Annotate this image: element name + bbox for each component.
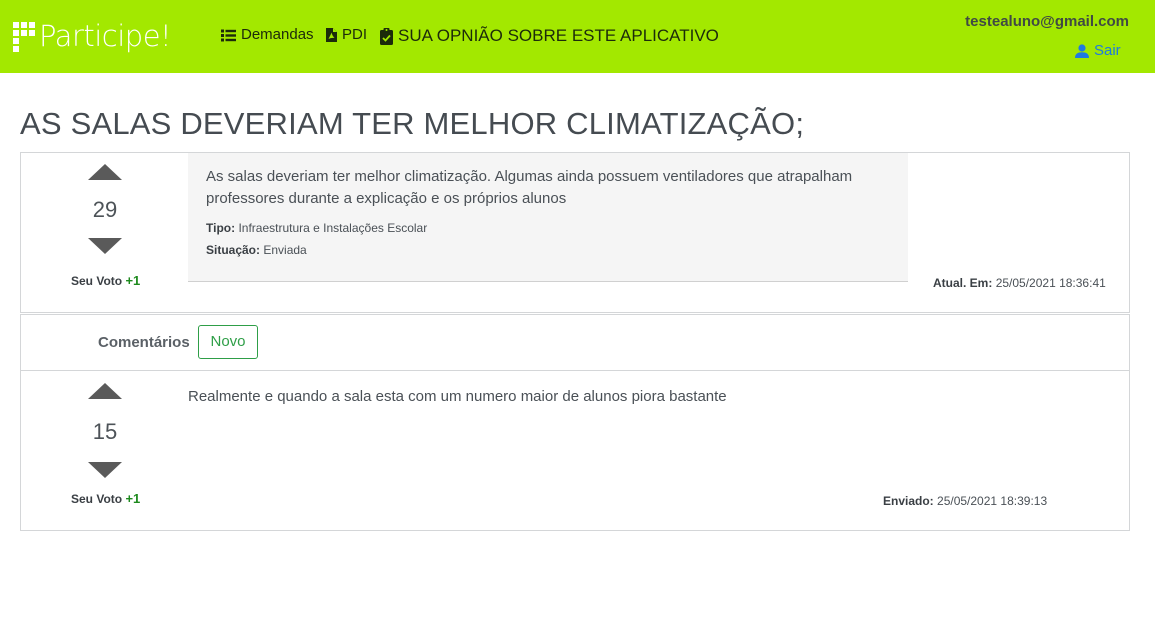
your-vote-label: Seu Voto (71, 274, 123, 288)
demand-description-box: As salas deveriam ter melhor climatizaçã… (188, 153, 908, 282)
demand-vote-widget: 29 (71, 164, 139, 254)
comment-card: 15 Seu Voto +1 Realmente e quando a sala… (20, 370, 1130, 531)
your-vote: Seu Voto +1 (71, 273, 159, 288)
upvote-arrow-icon[interactable] (88, 164, 122, 180)
nav-demandas-label: Demandas (241, 26, 314, 43)
brand-name: Participe! (39, 19, 172, 53)
file-pdf-icon (326, 28, 337, 42)
type-label: Tipo: (206, 221, 236, 235)
brand-link[interactable]: Participe! (13, 19, 172, 53)
new-comment-button[interactable]: Novo (198, 325, 258, 359)
nav-app-feedback[interactable]: SUA OPNIÃO SOBRE ESTE APLICATIVO (380, 27, 719, 45)
demand-card: 29 Seu Voto +1 As salas deveriam ter mel… (20, 152, 1130, 313)
sent-value: 25/05/2021 18:39:13 (937, 494, 1048, 508)
logout-link[interactable]: Sair (1075, 42, 1121, 59)
comments-label: Comentários (98, 334, 190, 351)
nav-app-feedback-label: SUA OPNIÃO SOBRE ESTE APLICATIVO (398, 26, 719, 45)
status-label: Situação: (206, 243, 261, 257)
top-navbar: Participe! Demandas PDI SUA OPNIÃO SOBRE… (0, 0, 1155, 73)
demand-status: Situação: Enviada (206, 243, 890, 257)
page-title: AS SALAS DEVERIAM TER MELHOR CLIMATIZAÇÃ… (20, 106, 805, 141)
your-vote-value: +1 (125, 273, 141, 288)
comment-vote-count: 15 (92, 419, 118, 444)
logout-label: Sair (1094, 42, 1121, 59)
downvote-arrow-icon[interactable] (88, 462, 122, 478)
comment-text: Realmente e quando a sala esta com um nu… (188, 388, 727, 405)
type-value: Infraestrutura e Instalações Escolar (238, 221, 428, 235)
demand-type: Tipo: Infraestrutura e Instalações Escol… (206, 221, 890, 235)
upvote-arrow-icon[interactable] (88, 383, 122, 399)
comments-header: Comentários Novo (20, 314, 1130, 371)
user-icon (1075, 43, 1089, 58)
comment-your-vote: Seu Voto +1 (71, 491, 159, 506)
sent-label: Enviado: (883, 494, 934, 508)
updated-timestamp: Atual. Em: 25/05/2021 18:36:41 (933, 276, 1106, 290)
your-vote-label: Seu Voto (71, 492, 123, 506)
demand-description: As salas deveriam ter melhor climatizaçã… (206, 168, 853, 207)
vote-count: 29 (92, 197, 118, 222)
your-vote-value: +1 (125, 491, 141, 506)
nav-pdi-label: PDI (342, 26, 368, 43)
updated-label: Atual. Em: (933, 276, 993, 290)
downvote-arrow-icon[interactable] (88, 238, 122, 254)
updated-value: 25/05/2021 18:36:41 (995, 276, 1106, 290)
sent-timestamp: Enviado: 25/05/2021 18:39:13 (883, 494, 1047, 508)
clipboard-check-icon (380, 27, 393, 45)
comment-vote-widget: 15 (71, 383, 139, 478)
nav-demandas[interactable]: Demandas (221, 26, 314, 44)
status-value: Enviada (263, 243, 307, 257)
nav-pdi[interactable]: PDI (326, 26, 367, 44)
list-icon (221, 29, 236, 41)
user-email: testealuno@gmail.com (965, 13, 1129, 30)
brand-logo-icon (13, 21, 35, 52)
